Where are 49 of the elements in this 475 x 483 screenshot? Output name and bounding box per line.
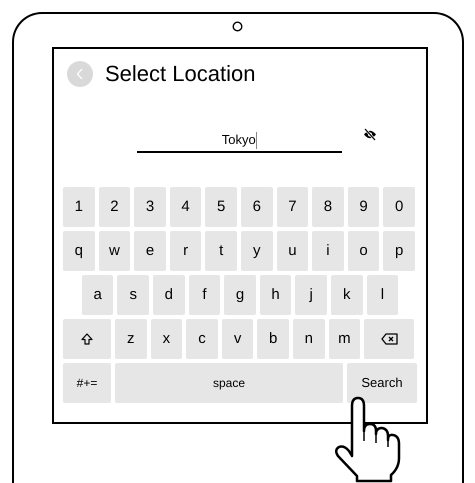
input-value: Tokyo [222,131,256,150]
key[interactable]: 0 [383,187,415,227]
key[interactable]: y [240,231,273,271]
key[interactable]: s [117,275,150,315]
key[interactable]: v [222,319,254,359]
key[interactable]: b [257,319,289,359]
key[interactable]: 5 [205,187,237,227]
search-key[interactable]: Search [347,363,417,403]
camera-icon [232,21,243,32]
key[interactable]: g [224,275,256,315]
key[interactable]: w [98,231,130,271]
key[interactable]: 6 [240,187,273,227]
key[interactable]: e [134,231,166,271]
key[interactable]: q [63,231,95,271]
eye-slash-icon[interactable] [363,128,377,141]
key[interactable]: 3 [134,187,166,227]
key[interactable]: c [186,319,218,359]
key[interactable]: 1 [63,187,95,227]
key[interactable]: u [276,231,308,271]
key[interactable]: a [82,275,114,315]
key[interactable]: z [115,319,147,359]
text-cursor [256,132,258,148]
chevron-left-icon [76,68,84,80]
backspace-key[interactable] [364,319,414,359]
key[interactable]: p [383,231,415,271]
shift-arrow-icon [81,333,93,345]
key[interactable]: m [328,319,360,359]
key[interactable]: 8 [312,187,344,227]
symbols-key[interactable]: #+= [63,363,111,403]
location-input-field[interactable]: Tokyo [137,129,342,153]
key[interactable]: k [330,275,363,315]
space-key[interactable]: space [115,363,343,403]
key[interactable]: n [292,319,325,359]
key[interactable]: r [170,231,202,271]
key[interactable]: d [153,275,185,315]
key[interactable]: 9 [348,187,380,227]
key[interactable]: l [366,275,398,315]
key[interactable]: t [205,231,237,271]
key[interactable]: h [260,275,292,315]
key[interactable]: f [188,275,220,315]
screen-title: Select Location [105,63,256,85]
key[interactable]: i [312,231,344,271]
backspace-icon [380,333,398,345]
key[interactable]: j [295,275,327,315]
key[interactable]: 4 [170,187,202,227]
key[interactable]: o [348,231,380,271]
key[interactable]: 7 [276,187,308,227]
key[interactable]: 2 [98,187,130,227]
key[interactable]: x [150,319,182,359]
